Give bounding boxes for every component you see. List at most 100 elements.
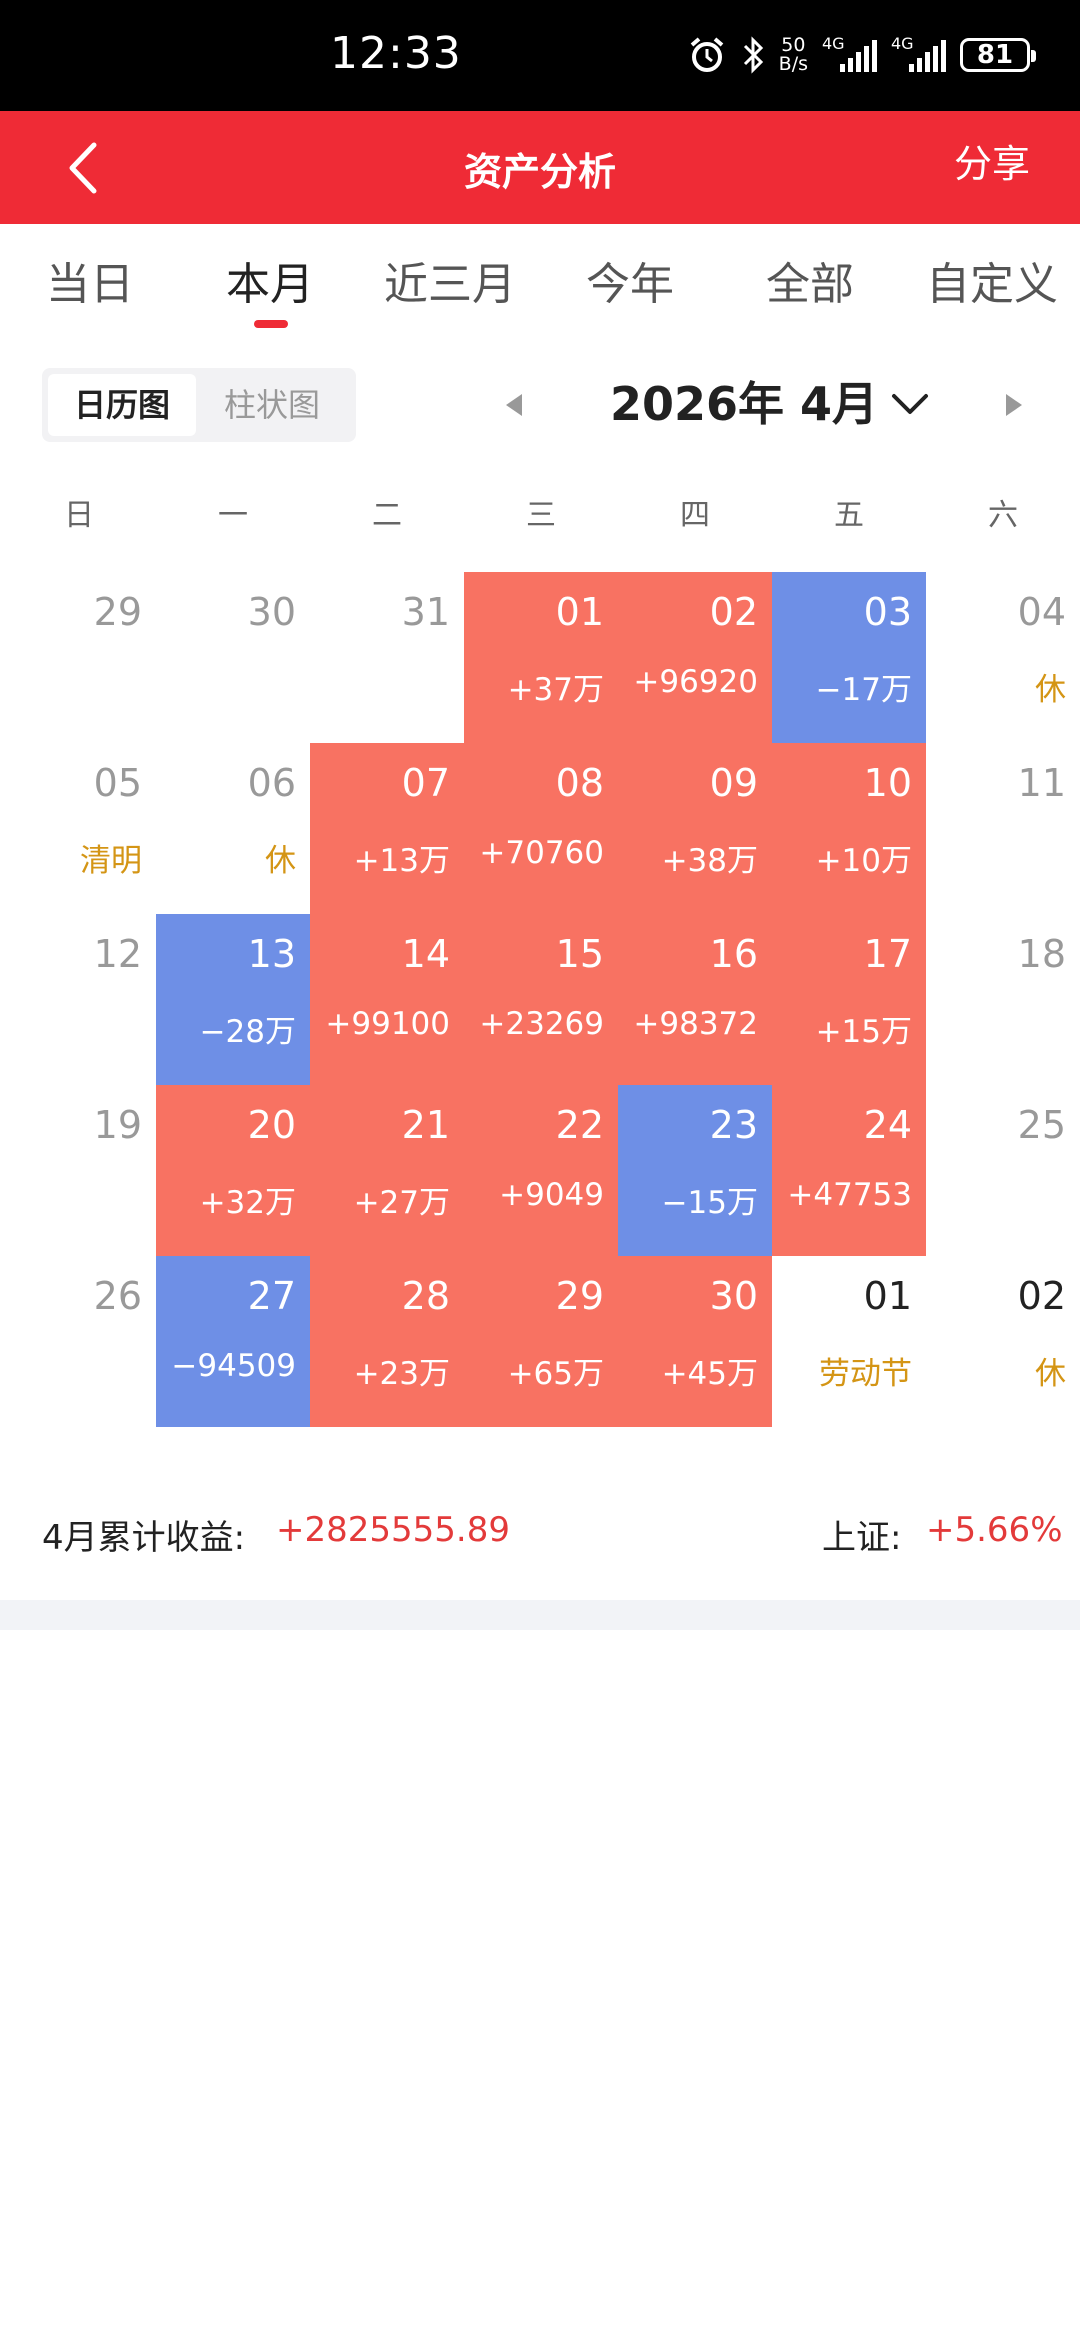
calendar-day-note: +96920 [633, 664, 758, 700]
tab-last-three-months[interactable]: 近三月 [384, 248, 516, 312]
calendar-day-cell[interactable]: 08 +70760 [464, 743, 618, 914]
tab-this-month[interactable]: 本月 [226, 248, 314, 312]
calendar-day-number: 13 [247, 932, 296, 976]
cumulative-return-label: 4月累计收益: [42, 1518, 246, 1558]
calendar-day-note: +13万 [353, 843, 450, 879]
calendar-day-note: +45万 [661, 1356, 758, 1392]
calendar-day-number: 06 [247, 761, 296, 805]
calendar-day-number: 21 [401, 1103, 450, 1147]
share-button[interactable]: 分享 [954, 133, 1030, 188]
sim1-label: 4G [822, 34, 845, 53]
calendar-day-cell[interactable]: 01 +37万 [464, 572, 618, 743]
calendar-day-note: −17万 [815, 672, 912, 708]
calendar-day-cell[interactable]: 23 −15万 [618, 1085, 772, 1256]
calendar-day-cell[interactable]: 16 +98372 [618, 914, 772, 1085]
view-toggle: 日历图 柱状图 [42, 368, 356, 442]
calendar-day-number: 27 [247, 1274, 296, 1318]
calendar-day-number: 15 [555, 932, 604, 976]
calendar-day-cell[interactable]: 29 [2, 572, 156, 743]
calendar-day-number: 18 [1017, 932, 1066, 976]
calendar-day-cell[interactable]: 10 +10万 [772, 743, 926, 914]
calendar-day-number: 30 [247, 590, 296, 634]
calendar-day-cell[interactable]: 04 休 [926, 572, 1080, 743]
calendar-day-note: −15万 [661, 1185, 758, 1221]
calendar-day-cell[interactable]: 02 +96920 [618, 572, 772, 743]
next-month-button[interactable] [998, 390, 1028, 420]
calendar-day-cell[interactable]: 17 +15万 [772, 914, 926, 1085]
calendar-day-number: 09 [709, 761, 758, 805]
tab-today[interactable]: 当日 [46, 248, 134, 312]
calendar-view-button[interactable]: 日历图 [48, 374, 196, 436]
tab-all[interactable]: 全部 [766, 248, 854, 312]
calendar-day-cell[interactable]: 09 +38万 [618, 743, 772, 914]
calendar-day-cell[interactable]: 19 [2, 1085, 156, 1256]
calendar-day-cell[interactable]: 25 [926, 1085, 1080, 1256]
calendar-day-cell[interactable]: 12 [2, 914, 156, 1085]
calendar-day-cell[interactable]: 28 +23万 [310, 1256, 464, 1427]
calendar-day-cell[interactable]: 06 休 [156, 743, 310, 914]
calendar-day-number: 05 [93, 761, 142, 805]
calendar-day-number: 17 [863, 932, 912, 976]
calendar-day-number: 23 [709, 1103, 758, 1147]
calendar-day-cell[interactable]: 14 +99100 [310, 914, 464, 1085]
calendar-day-note: 劳动节 [819, 1356, 912, 1392]
tab-this-year[interactable]: 今年 [586, 248, 674, 312]
weekday-label: 五 [834, 498, 864, 533]
calendar-day-cell[interactable]: 22 +9049 [464, 1085, 618, 1256]
calendar-day-number: 29 [555, 1274, 604, 1318]
calendar-day-number: 26 [93, 1274, 142, 1318]
month-picker-button[interactable] [888, 384, 932, 424]
weekday-label: 四 [680, 498, 710, 533]
calendar-day-cell[interactable]: 21 +27万 [310, 1085, 464, 1256]
calendar-day-number: 19 [93, 1103, 142, 1147]
calendar-day-cell[interactable]: 20 +32万 [156, 1085, 310, 1256]
calendar-day-number: 24 [863, 1103, 912, 1147]
calendar-day-note: +9049 [499, 1177, 604, 1213]
cumulative-return-value: +2825555.89 [276, 1510, 510, 1550]
calendar-day-note: +23269 [479, 1006, 604, 1042]
calendar-day-cell[interactable]: 27 −94509 [156, 1256, 310, 1427]
current-month-label[interactable]: 2026年 4月 [610, 368, 878, 434]
calendar-day-cell[interactable]: 26 [2, 1256, 156, 1427]
calendar-day-number: 30 [709, 1274, 758, 1318]
calendar-day-note: +98372 [633, 1006, 758, 1042]
battery-level: 81 [976, 40, 1014, 70]
calendar-day-cell[interactable]: 03 −17万 [772, 572, 926, 743]
calendar-day-note: 休 [265, 843, 296, 879]
calendar-day-cell[interactable]: 15 +23269 [464, 914, 618, 1085]
calendar-day-note: +99100 [325, 1006, 450, 1042]
calendar-day-cell[interactable]: 30 +45万 [618, 1256, 772, 1427]
calendar-day-cell[interactable]: 29 +65万 [464, 1256, 618, 1427]
calendar-day-number: 25 [1017, 1103, 1066, 1147]
calendar-day-cell[interactable]: 05 清明 [2, 743, 156, 914]
status-bar: 12:33 50 B/s 4G 4G 81 [0, 0, 1080, 111]
calendar-day-note: 休 [1035, 1356, 1066, 1392]
period-tabs: 当日 本月 近三月 今年 全部 自定义 [0, 224, 1080, 334]
calendar-day-cell[interactable]: 01 劳动节 [772, 1256, 926, 1427]
previous-month-button[interactable] [500, 390, 530, 420]
calendar-day-number: 08 [555, 761, 604, 805]
calendar-day-note: +65万 [507, 1356, 604, 1392]
weekday-label: 六 [988, 498, 1018, 533]
net-speed-unit: B/s [778, 53, 808, 75]
calendar-day-cell[interactable]: 18 [926, 914, 1080, 1085]
bluetooth-icon [741, 36, 765, 74]
calendar-day-number: 22 [555, 1103, 604, 1147]
bar-chart-view-button[interactable]: 柱状图 [198, 374, 346, 436]
calendar-day-cell[interactable]: 11 [926, 743, 1080, 914]
calendar-day-cell[interactable]: 02 休 [926, 1256, 1080, 1427]
calendar-day-cell[interactable]: 31 [310, 572, 464, 743]
calendar-day-note: +47753 [787, 1177, 912, 1213]
tab-custom[interactable]: 自定义 [926, 248, 1058, 312]
calendar-day-cell[interactable]: 13 −28万 [156, 914, 310, 1085]
calendar-day-number: 03 [863, 590, 912, 634]
calendar-day-cell[interactable]: 24 +47753 [772, 1085, 926, 1256]
calendar-day-number: 31 [401, 590, 450, 634]
triangle-right-icon [1006, 394, 1022, 416]
calendar-day-number: 10 [863, 761, 912, 805]
status-time: 12:33 [330, 28, 462, 79]
calendar-day-cell[interactable]: 07 +13万 [310, 743, 464, 914]
calendar-day-number: 01 [555, 590, 604, 634]
calendar-day-cell[interactable]: 30 [156, 572, 310, 743]
weekday-header: 日 一 二 三 四 五 六 [0, 490, 1080, 540]
